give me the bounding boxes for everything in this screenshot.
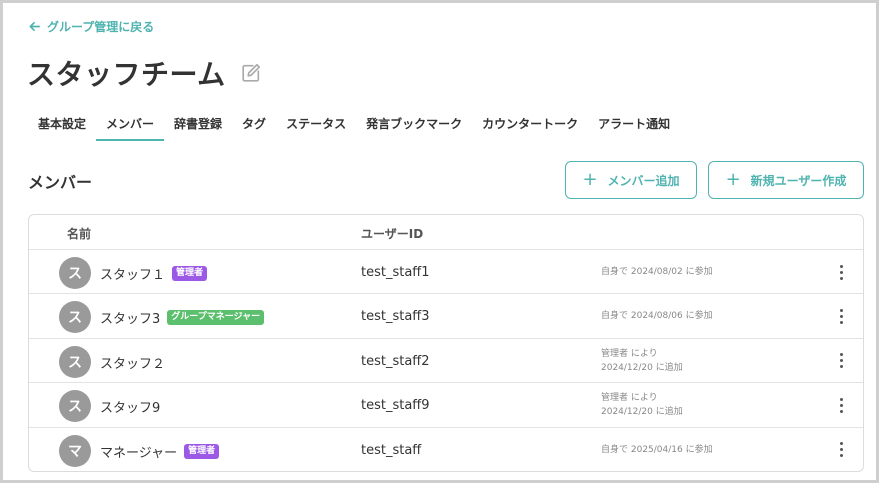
member-name-cell: スタッフ3 グループマネージャー [100, 308, 265, 328]
more-options-icon[interactable] [833, 260, 849, 284]
tab-status[interactable]: ステータス [276, 107, 356, 141]
tab-label: タグ [242, 116, 267, 131]
status-line: 自身で 2024/08/02 に参加 [601, 267, 713, 277]
member-name: スタッフ２ [100, 356, 166, 372]
role-badge: 管理者 [184, 443, 220, 459]
avatar: ス [59, 257, 91, 289]
table-row: ス スタッフ２ test_staff2 管理者 により 2024/12/20 に… [29, 339, 863, 384]
column-header-user-id: ユーザーID [361, 227, 424, 241]
page-title: スタッフチーム [27, 58, 226, 91]
table-header: 名前 ユーザーID [29, 215, 863, 250]
tab-label: メンバー [106, 116, 155, 131]
more-options-icon[interactable] [833, 438, 849, 462]
tab-label: カウンタートーク [482, 116, 579, 131]
member-name-cell: マネージャー 管理者 [100, 442, 220, 461]
tab-dictionary[interactable]: 辞書登録 [164, 107, 232, 141]
role-badge: 管理者 [172, 266, 208, 281]
membership-status: 自身で 2025/04/16 に参加 [601, 443, 713, 457]
plus-icon: + [582, 169, 598, 190]
status-line: 管理者 により [601, 348, 658, 359]
add-member-button[interactable]: + メンバー追加 [565, 161, 697, 199]
tab-label: ステータス [286, 116, 347, 131]
tab-bar: 基本設定 メンバー 辞書登録 タグ ステータス 発言ブックマーク カウンタートー… [28, 107, 680, 141]
arrow-left-icon [29, 21, 40, 31]
create-user-label: 新規ユーザー作成 [750, 173, 847, 188]
tab-label: 辞書登録 [174, 116, 223, 131]
membership-status: 自身で 2024/08/02 に参加 [601, 265, 713, 279]
avatar: ス [59, 345, 91, 378]
member-name-cell: スタッフ２ [100, 353, 165, 372]
membership-status: 自身で 2024/08/06 に参加 [601, 309, 713, 323]
tab-basic-settings[interactable]: 基本設定 [28, 107, 96, 141]
tab-members[interactable]: メンバー [96, 107, 165, 141]
more-options-icon[interactable] [833, 349, 849, 373]
membership-status: 管理者 により 2024/12/20 に追加 [601, 347, 683, 375]
member-name-cell: スタッフ１ 管理者 [100, 264, 208, 283]
back-link-label[interactable]: グループ管理に戻る [47, 18, 154, 35]
more-options-icon[interactable] [833, 304, 849, 328]
status-line: 自身で 2024/08/06 に参加 [601, 311, 713, 322]
more-options-icon[interactable] [833, 393, 849, 417]
plus-icon: + [725, 169, 741, 190]
avatar: マ [59, 434, 91, 467]
tab-counter-talk[interactable]: カウンタートーク [472, 107, 588, 141]
member-name: スタッフ3 [100, 312, 161, 328]
table-row: ス スタッフ１ 管理者 test_staff1 自身で 2024/08/02 に… [29, 250, 863, 295]
user-id: test_staff1 [361, 265, 430, 280]
avatar: ス [59, 301, 91, 334]
member-name: スタッフ9 [100, 401, 161, 417]
member-name: マネージャー [100, 445, 178, 461]
user-id: test_staff3 [361, 309, 430, 325]
tab-bookmarks[interactable]: 発言ブックマーク [356, 107, 472, 141]
avatar: ス [59, 390, 91, 423]
member-name-cell: スタッフ9 [100, 397, 160, 416]
tab-alerts[interactable]: アラート通知 [588, 107, 680, 141]
user-id: test_staff9 [361, 398, 430, 414]
status-line: 2024/12/20 に追加 [601, 407, 683, 418]
table-row: ス スタッフ3 グループマネージャー test_staff3 自身で 2024/… [29, 294, 863, 339]
user-id: test_staff2 [361, 353, 430, 369]
back-link[interactable]: グループ管理に戻る [28, 18, 154, 34]
membership-status: 管理者 により 2024/12/20 に追加 [601, 391, 683, 419]
members-table: 名前 ユーザーID ス スタッフ１ 管理者 test_staff1 自身で 20… [28, 214, 864, 472]
role-badge: グループマネージャー [167, 310, 265, 326]
create-user-button[interactable]: + 新規ユーザー作成 [708, 161, 864, 199]
column-header-name: 名前 [67, 227, 92, 241]
section-title: メンバー [28, 173, 93, 192]
status-line: 管理者 により [601, 393, 658, 404]
status-line: 2024/12/20 に追加 [601, 362, 683, 373]
table-row: ス スタッフ9 test_staff9 管理者 により 2024/12/20 に… [29, 383, 863, 428]
table-row: マ マネージャー 管理者 test_staff 自身で 2025/04/16 に… [29, 428, 863, 471]
app-frame: グループ管理に戻る スタッフチーム 基本設定 メンバー 辞書登録 タグ ステータ… [0, 0, 879, 483]
tab-label: 基本設定 [38, 116, 87, 131]
user-id: test_staff [361, 442, 422, 458]
status-line: 自身で 2025/04/16 に参加 [601, 444, 713, 455]
tab-tags[interactable]: タグ [232, 107, 276, 141]
member-name: スタッフ１ [100, 268, 166, 283]
tab-label: アラート通知 [598, 116, 671, 131]
title-row: スタッフチーム [27, 53, 262, 93]
add-member-label: メンバー追加 [607, 173, 680, 188]
pencil-icon[interactable] [240, 62, 262, 84]
tab-label: 発言ブックマーク [366, 116, 463, 131]
